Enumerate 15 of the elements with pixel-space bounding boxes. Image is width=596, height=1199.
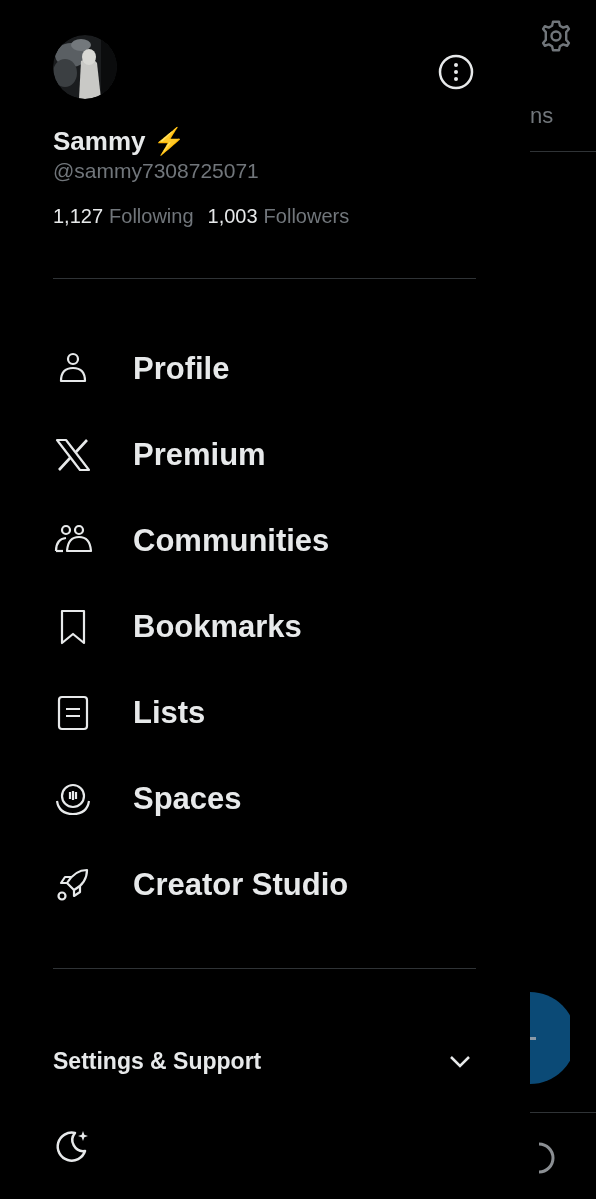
- more-icon: [438, 54, 474, 90]
- menu-item[interactable]: Profile: [53, 326, 476, 412]
- user-handle: @sammy7308725071: [53, 158, 259, 184]
- settings-support-toggle[interactable]: Settings & Support: [53, 1044, 476, 1079]
- menu-item[interactable]: Creator Studio: [53, 842, 476, 928]
- following-link[interactable]: 1,127 Following: [53, 203, 194, 229]
- more-options-button[interactable]: [438, 54, 474, 90]
- menu-item[interactable]: Lists: [53, 670, 476, 756]
- display-name: Sammy ⚡: [53, 125, 185, 157]
- menu-item[interactable]: Spaces: [53, 756, 476, 842]
- menu-item[interactable]: Communities: [53, 498, 476, 584]
- menu-item[interactable]: Bookmarks: [53, 584, 476, 670]
- followers-link[interactable]: 1,003 Followers: [207, 203, 350, 229]
- menu-item[interactable]: Premium: [53, 412, 476, 498]
- tab-label[interactable]: ns: [530, 103, 554, 129]
